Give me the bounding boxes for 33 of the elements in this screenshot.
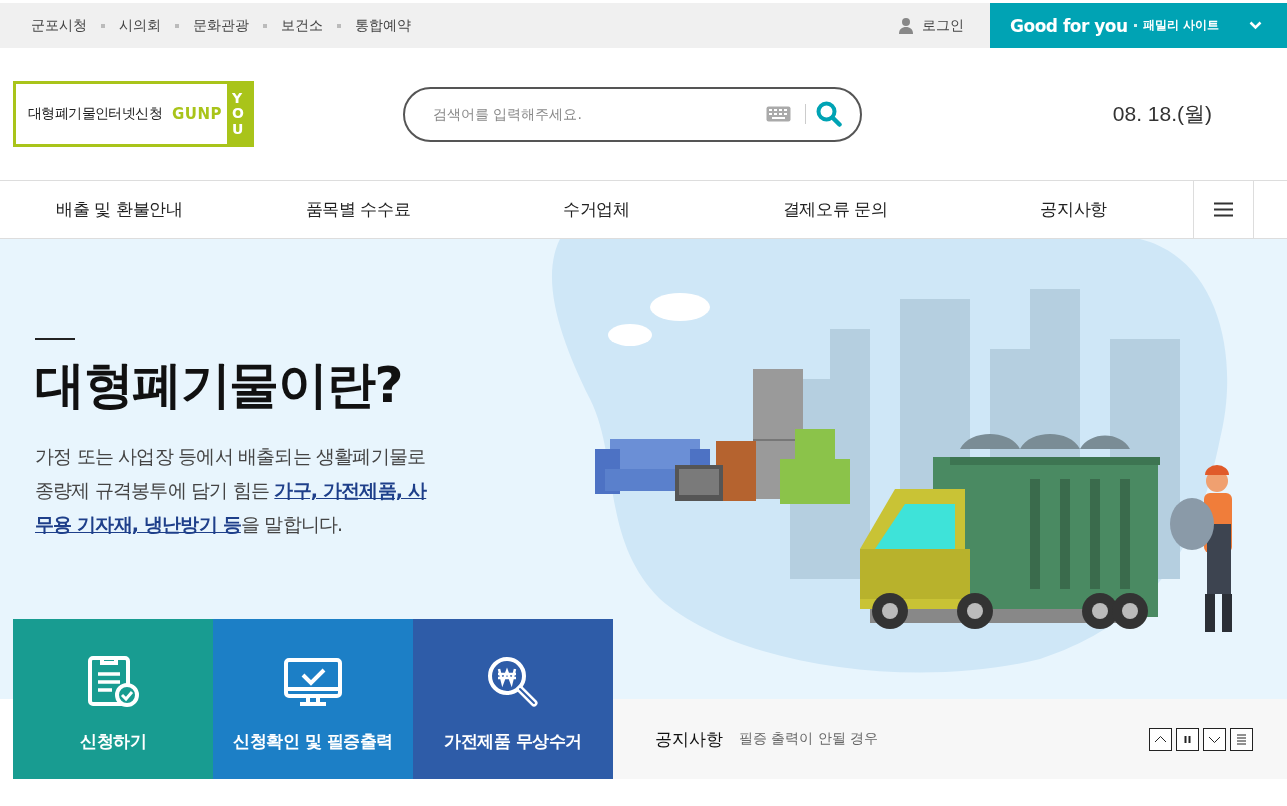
nav-item[interactable]: 배출 및 환불안내 [0,181,239,238]
form-check-icon [86,654,140,708]
nav-item[interactable]: 결제오류 문의 [715,181,955,238]
site-logo[interactable]: 대형폐기물인터넷신청 GUNP YOU [13,81,254,147]
notice-link[interactable]: 필증 출력이 안될 경우 [739,730,879,748]
logo-brand: GUNP [172,105,223,123]
pause-icon[interactable] [1176,727,1199,751]
top-link[interactable]: 군포시청 [29,16,89,35]
quick-link-tile[interactable]: 신청확인 및 필증출력 [213,619,413,779]
list-icon[interactable] [1230,727,1253,751]
won-search-icon [487,656,539,708]
top-link[interactable]: 보건소 [279,16,325,35]
top-link[interactable]: 통합예약 [353,16,413,35]
menu-icon[interactable] [1214,202,1233,217]
nav-item[interactable]: 수거업체 [477,181,716,238]
hero-description: 가정 또는 사업장 등에서 배출되는 생활폐기물로 종량제 규격봉투에 담기 힘든 가구, 가전제품, 사무용 기자재, 냉난방기 등을 말합니다. [35,444,428,537]
monitor-check-icon [284,658,342,708]
login-link[interactable]: 로그인 [920,16,966,35]
chevron-down-icon [1248,21,1262,30]
date-text: 08. 18.(월) [1112,101,1212,127]
top-link[interactable]: 문화관광 [191,16,251,35]
nav-item[interactable]: 품목별 수수료 [238,181,478,238]
quick-link-tile[interactable]: 가전제품 무상수거 [413,619,613,779]
top-link[interactable]: 시의회 [117,16,163,35]
search-input[interactable]: 검색어를 입력해주세요. [431,105,766,123]
logo-brand-vertical: YOU [227,84,251,144]
nav-item[interactable]: 공지사항 [954,181,1193,238]
notice-heading: 공지사항 [655,727,723,751]
user-icon [899,17,913,34]
search-field[interactable]: 검색어를 입력해주세요. [403,86,862,142]
logo-title: 대형폐기물인터넷신청 [28,105,162,123]
hero-title: 대형폐기물이란? [35,358,403,413]
search-icon[interactable] [816,101,842,127]
